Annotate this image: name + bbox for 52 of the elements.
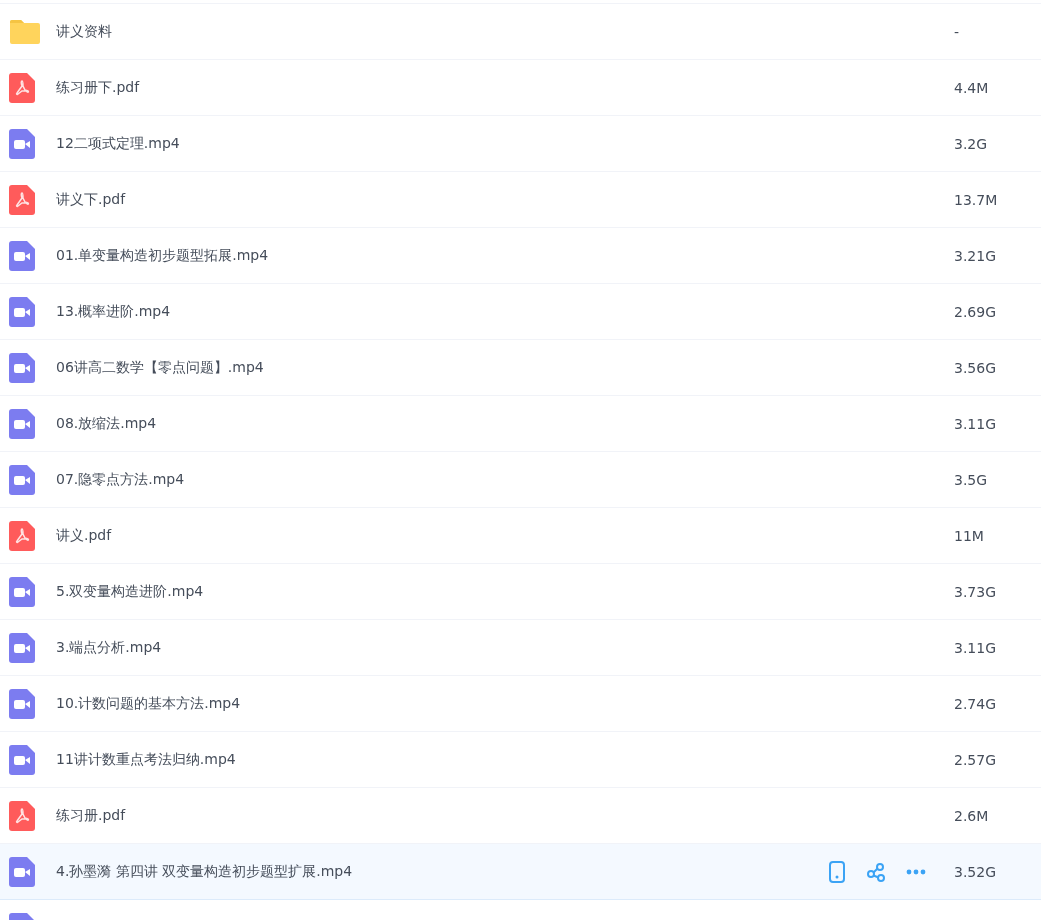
file-name[interactable]: 06讲高二数学【零点问题】.mp4 (56, 357, 264, 378)
pdf-file-icon (9, 520, 35, 551)
file-name[interactable]: 11讲计数重点考法归纳.mp4 (56, 749, 236, 770)
pdf-file-icon (9, 800, 35, 831)
more-icon[interactable] (906, 868, 926, 875)
file-size: 3.5G (954, 471, 988, 488)
share-icon[interactable] (866, 861, 886, 882)
file-name[interactable]: 练习册下.pdf (56, 77, 140, 98)
file-size: 3.2G (954, 135, 988, 152)
file-name[interactable]: 01.单变量构造初步题型拓展.mp4 (56, 245, 269, 266)
video-file-icon (9, 240, 35, 271)
file-size: 3.73G (954, 583, 997, 600)
file-name[interactable]: 讲义.pdf (56, 525, 112, 546)
file-size: 13.7M (954, 191, 998, 208)
pdf-file-icon (9, 184, 35, 215)
file-name[interactable]: 讲义资料 (56, 21, 112, 42)
video-file-icon (9, 408, 35, 439)
video-file-icon (9, 744, 35, 775)
file-size: 2.6M (954, 807, 989, 824)
video-file-icon (9, 464, 35, 495)
file-name[interactable]: 5.双变量构造进阶.mp4 (56, 581, 204, 602)
phone-icon[interactable] (828, 860, 846, 883)
video-file-icon (9, 296, 35, 327)
file-name[interactable]: 练习册.pdf (56, 805, 126, 826)
file-size: 2.57G (954, 751, 997, 768)
video-file-icon (9, 856, 35, 887)
file-name[interactable]: 4.孙墨漪 第四讲 双变量构造初步题型扩展.mp4 (56, 861, 353, 882)
video-file-icon (9, 352, 35, 383)
file-size: 11M (954, 527, 984, 544)
file-name[interactable]: 讲义下.pdf (56, 189, 126, 210)
folder-icon (9, 18, 41, 45)
file-name[interactable]: 07.隐零点方法.mp4 (56, 469, 185, 490)
file-name[interactable]: 10.计数问题的基本方法.mp4 (56, 693, 241, 714)
file-name[interactable]: 12二项式定理.mp4 (56, 133, 180, 154)
file-size: 3.11G (954, 639, 997, 656)
file-size: 2.74G (954, 695, 997, 712)
video-file-icon (9, 688, 35, 719)
file-size: 4.4M (954, 79, 989, 96)
file-name[interactable]: 13.概率进阶.mp4 (56, 301, 171, 322)
pdf-file-icon (9, 72, 35, 103)
video-file-icon (9, 576, 35, 607)
file-size: 3.11G (954, 415, 997, 432)
file-name[interactable]: 08.放缩法.mp4 (56, 413, 157, 434)
video-file-icon (9, 632, 35, 663)
file-row[interactable]: 4.孙墨漪 第四讲 双变量构造初步题型扩展.mp4 3.52G (0, 844, 1041, 900)
file-size: 3.56G (954, 359, 997, 376)
video-file-icon (9, 128, 35, 159)
file-size: - (954, 23, 960, 40)
file-name[interactable]: 3.端点分析.mp4 (56, 637, 162, 658)
file-size: 3.21G (954, 247, 997, 264)
file-size: 3.52G (954, 863, 997, 880)
file-size: 2.69G (954, 303, 997, 320)
